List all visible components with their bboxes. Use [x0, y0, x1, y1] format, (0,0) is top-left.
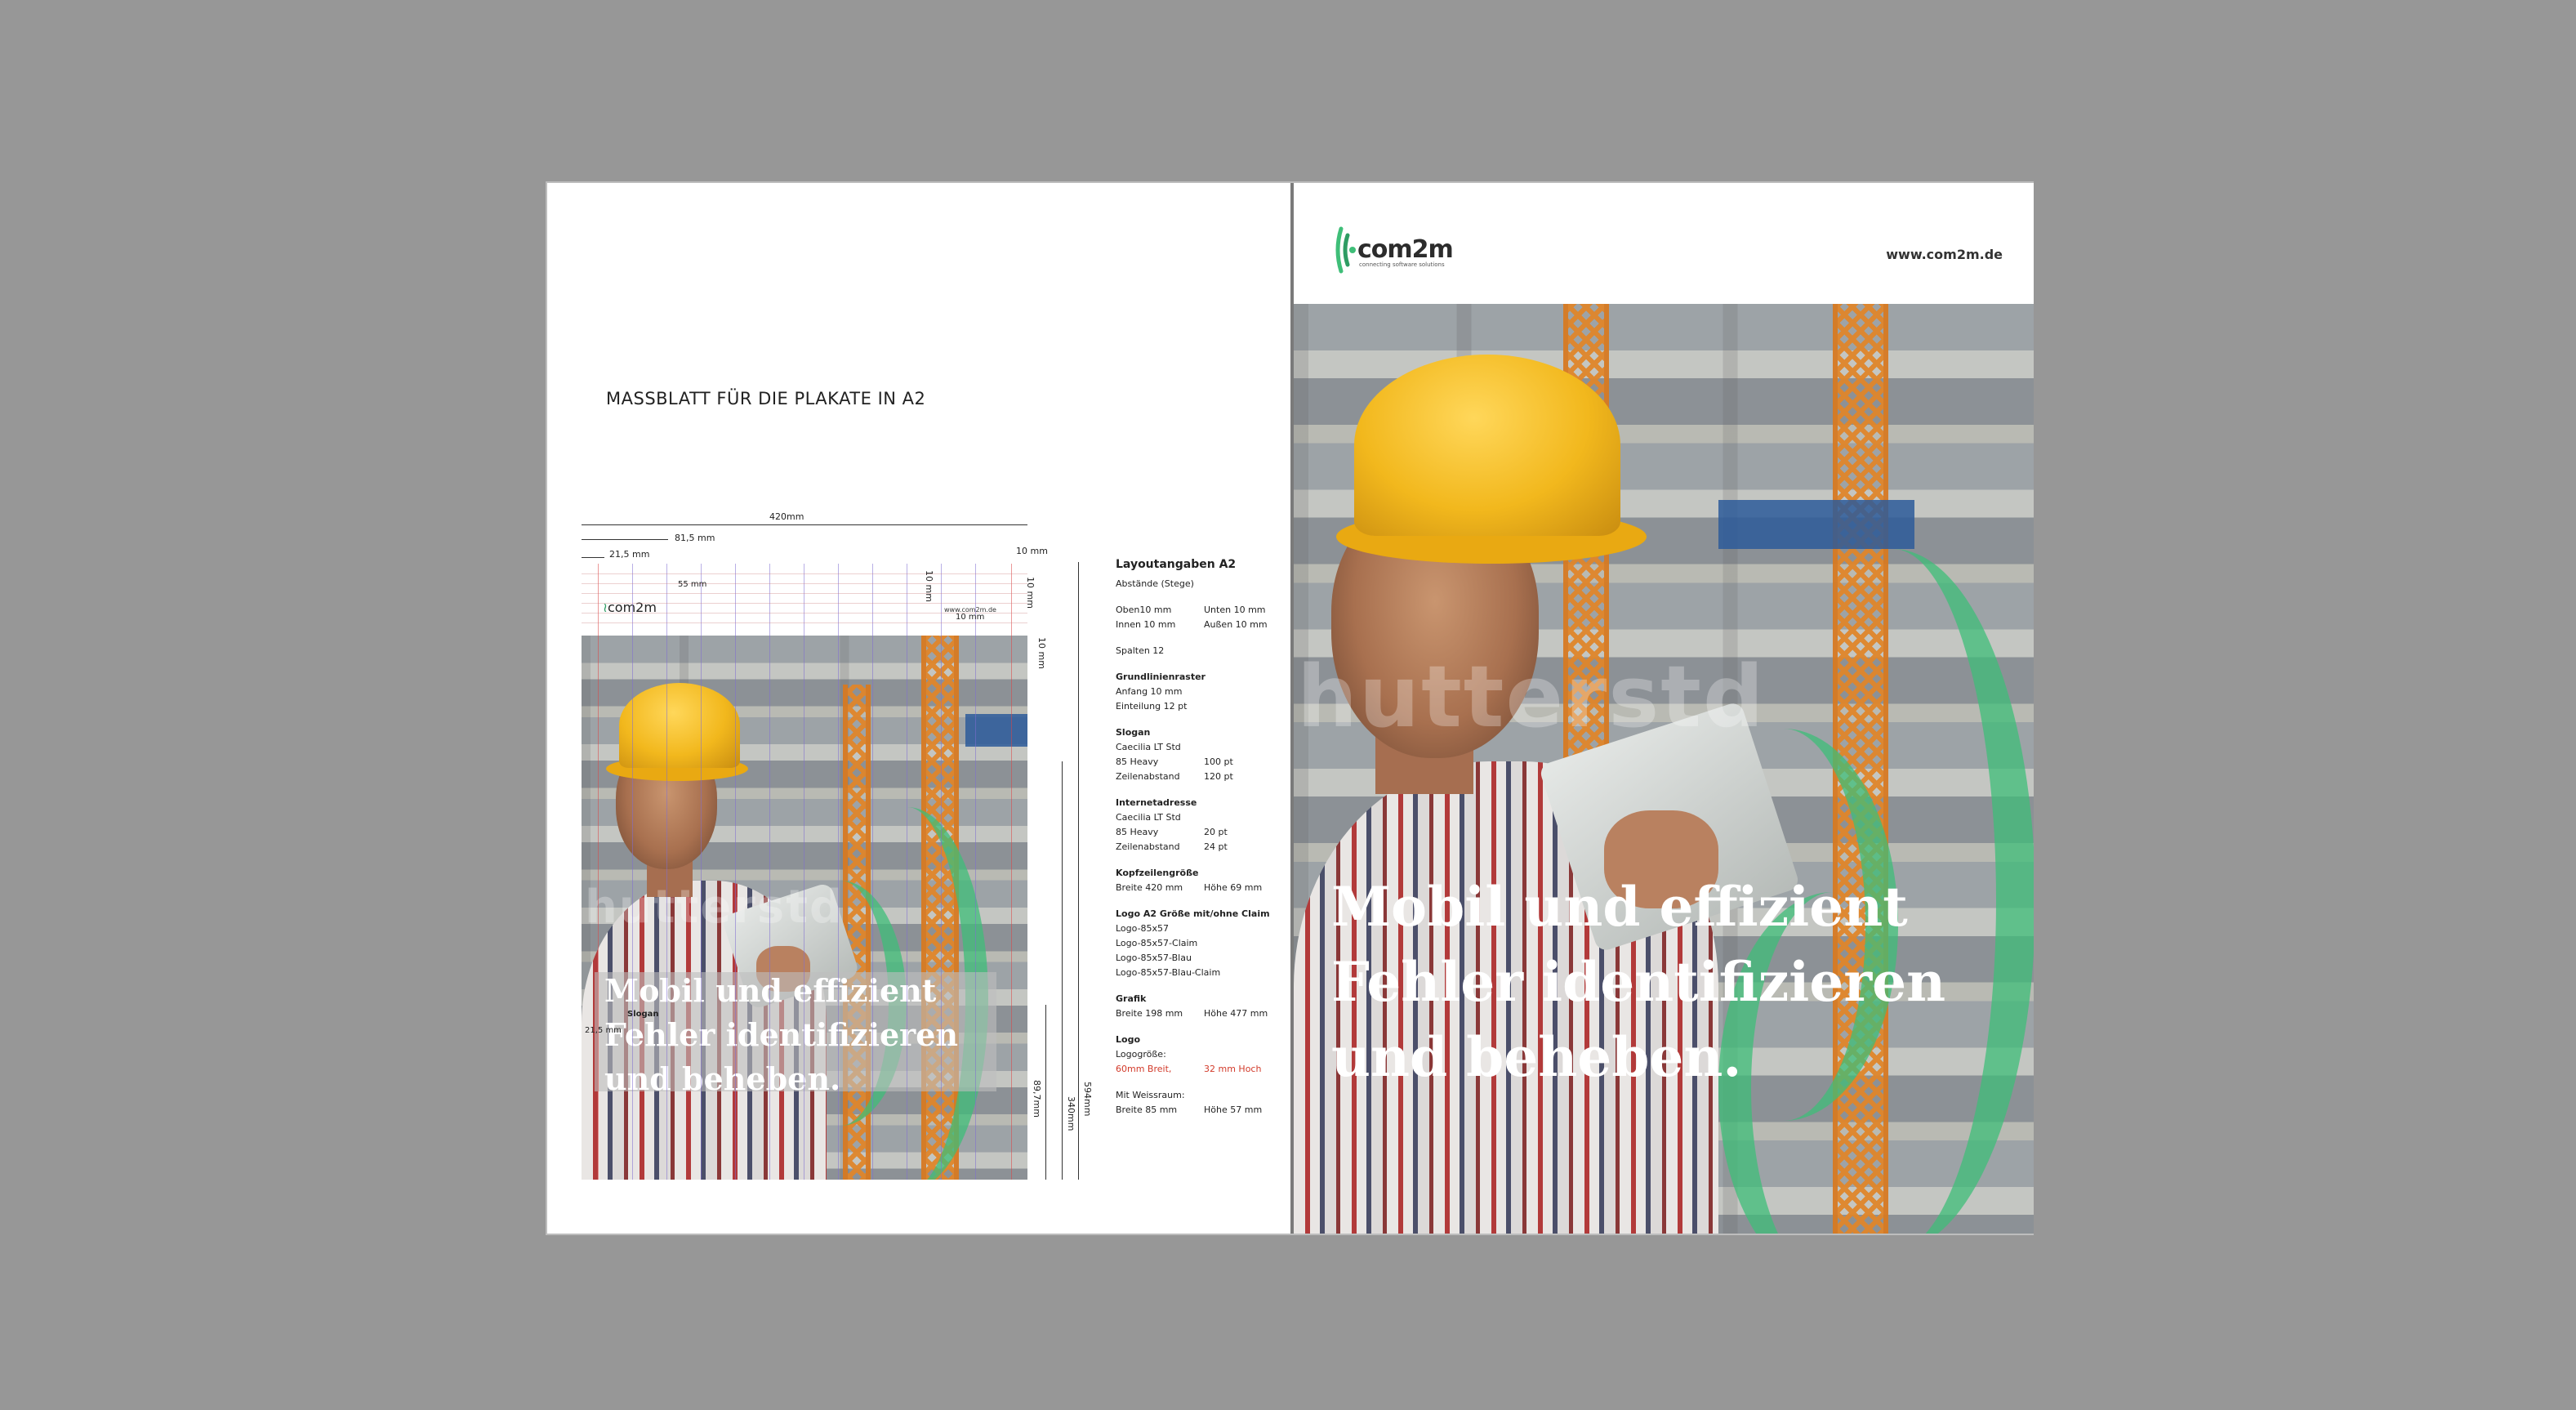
dim-width-total: 420mm	[769, 511, 804, 522]
dim-margin-top: 10 mm	[1016, 546, 1048, 556]
poster-page: com2m connecting software solutions www.…	[1294, 183, 2034, 1234]
slogan-line-3: und beheben.	[1331, 1025, 1742, 1089]
dim-left-215: 21,5 mm	[585, 1026, 622, 1035]
logo-claim: connecting software solutions	[1359, 261, 1445, 268]
thumbnail-slogan: Mobil und effizient Fehler identifiziere…	[604, 972, 959, 1097]
poster-url: www.com2m.de	[1886, 247, 2003, 262]
dim-line-total	[582, 524, 1027, 525]
slogan-line-1: Mobil und effizient	[1331, 875, 1908, 939]
dim-height-340: 340mm	[1066, 1096, 1076, 1131]
poster-slogan: Mobil und effizient Fehler identifiziere…	[1331, 869, 1945, 1095]
watermark-text: hutterstd	[1297, 647, 1766, 747]
specs-whitespace: Mit Weissraum: Breite 85 mm Höhe 57 mm	[1116, 1090, 1263, 1115]
layout-specs: Layoutangaben A2 Abstände (Stege) Oben10…	[1116, 557, 1287, 1129]
specs-margins: Oben10 mm Unten 10 mm Innen 10 mm Außen 10…	[1116, 605, 1268, 630]
dim-height-897: 89,7mm	[1032, 1080, 1042, 1118]
dim-width-215: 21,5 mm	[609, 549, 650, 560]
layout-spread: MASSBLATT FÜR DIE PLAKATE IN A2 420mm 81…	[546, 181, 2034, 1235]
dim-line-height-340	[1062, 761, 1063, 1180]
sheet-title: MASSBLATT FÜR DIE PLAKATE IN A2	[606, 389, 926, 408]
specs-heading: Layoutangaben A2	[1116, 558, 1237, 571]
specs-logo-sizes: Logo A2 Größe mit/ohne Claim Logo-85x57 …	[1116, 908, 1270, 978]
specs-slogan: Slogan Caecilia LT Std 85 Heavy 100 pt Ze…	[1116, 727, 1233, 782]
dim-height-total: 594mm	[1082, 1082, 1093, 1117]
hard-hat	[619, 683, 740, 768]
specs-graphic: Grafik Breite 198 mm Höhe 477 mm	[1116, 993, 1268, 1019]
specs-header-size: Kopfzeilengröße Breite 420 mm Höhe 69 mm	[1116, 868, 1263, 893]
specs-abstaende: Abstände (Stege)	[1116, 578, 1194, 589]
specs-url: Internetadresse Caecilia LT Std 85 Heavy…	[1116, 797, 1228, 852]
thumbnail-header: ≀com2m www.com2m.de	[582, 564, 1027, 636]
signal-logo-icon	[1335, 226, 1356, 274]
slogan-line-2: Fehler identifizieren	[1331, 950, 1946, 1014]
dim-line-215	[582, 557, 604, 558]
dim-margin-c: 10 mm	[1025, 577, 1036, 609]
dim-margin-d: 10 mm	[1036, 637, 1047, 669]
dim-line-height-total	[1078, 562, 1079, 1180]
specs-baseline-grid: Grundlinienraster Anfang 10 mm Einteilun…	[1116, 672, 1206, 712]
dim-width-815: 81,5 mm	[675, 533, 715, 543]
specs-logo: Logo Logogröße: 60mm Breit, 32 mm Hoch	[1116, 1034, 1262, 1074]
safety-net-graphic	[1718, 500, 1914, 549]
poster-thumbnail: hutterstd ≀com2m www.com2m.de Mobil und …	[582, 564, 1027, 1180]
measurement-sheet: MASSBLATT FÜR DIE PLAKATE IN A2 420mm 81…	[547, 183, 1292, 1234]
dim-line-height-897	[1045, 1005, 1046, 1180]
specs-columns: Spalten 12	[1116, 645, 1165, 656]
dim-margin-a: 10 mm	[924, 570, 934, 602]
dim-margin-b: 10 mm	[956, 613, 985, 622]
dim-line-815	[582, 539, 668, 540]
logo-wordmark: com2m	[1357, 235, 1454, 264]
dim-width-55: 55 mm	[678, 580, 707, 589]
hard-hat	[1354, 355, 1620, 536]
watermark-text: hutterstd	[585, 881, 845, 934]
